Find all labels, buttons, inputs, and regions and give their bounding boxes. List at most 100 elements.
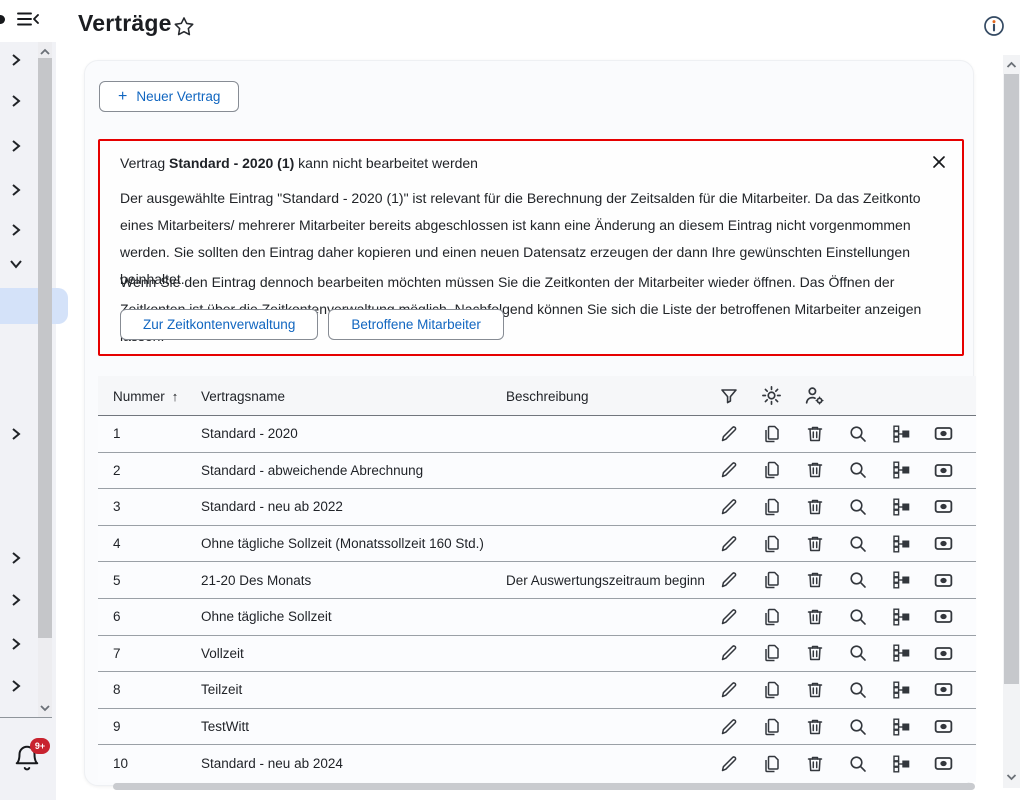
sidebar-item-6-expanded[interactable]: [8, 256, 26, 274]
payment-button[interactable]: [922, 672, 965, 708]
cell-nummer: 1: [113, 416, 121, 452]
sidebar-item-11[interactable]: [8, 678, 26, 696]
copy-button[interactable]: [750, 672, 793, 708]
payment-button[interactable]: [922, 562, 965, 598]
copy-button[interactable]: [750, 526, 793, 562]
row-actions: [707, 562, 965, 598]
sidebar-item-4[interactable]: [8, 182, 26, 200]
view-button[interactable]: [836, 489, 879, 525]
sidebar-item-8[interactable]: [8, 550, 26, 568]
edit-button[interactable]: [707, 709, 750, 745]
sidebar-item-10[interactable]: [8, 636, 26, 654]
table-row: 2 Standard - abweichende Abrechnung: [98, 453, 976, 490]
sidebar-scrollbar-thumb[interactable]: [38, 58, 52, 638]
edit-button[interactable]: [707, 562, 750, 598]
payment-button[interactable]: [922, 599, 965, 635]
hierarchy-icon: [891, 680, 911, 700]
favorite-star-icon[interactable]: [173, 16, 195, 38]
view-button[interactable]: [836, 599, 879, 635]
edit-button[interactable]: [707, 489, 750, 525]
sidebar-item-5[interactable]: [8, 222, 26, 240]
edit-button[interactable]: [707, 745, 750, 782]
hierarchy-button[interactable]: [879, 599, 922, 635]
view-button[interactable]: [836, 416, 879, 452]
horizontal-scrollbar-thumb[interactable]: [113, 783, 975, 790]
payment-button[interactable]: [922, 416, 965, 452]
hierarchy-button[interactable]: [879, 453, 922, 489]
payment-button[interactable]: [922, 526, 965, 562]
sidebar-item-3[interactable]: [8, 138, 26, 156]
hierarchy-button[interactable]: [879, 416, 922, 452]
column-header-nummer[interactable]: Nummer ↑: [113, 376, 178, 416]
hierarchy-button[interactable]: [879, 526, 922, 562]
copy-button[interactable]: [750, 453, 793, 489]
payment-button[interactable]: [922, 453, 965, 489]
copy-button[interactable]: [750, 599, 793, 635]
edit-button[interactable]: [707, 453, 750, 489]
delete-button[interactable]: [793, 709, 836, 745]
view-button[interactable]: [836, 453, 879, 489]
scroll-up-icon[interactable]: [38, 46, 52, 58]
sidebar-item-9[interactable]: [8, 592, 26, 610]
scroll-down-icon[interactable]: [1004, 771, 1018, 783]
user-settings-button[interactable]: [793, 376, 836, 415]
notifications-button[interactable]: 9+: [12, 742, 52, 782]
copy-button[interactable]: [750, 416, 793, 452]
copy-button[interactable]: [750, 709, 793, 745]
info-icon[interactable]: [982, 14, 1006, 38]
column-header-vertragsname[interactable]: Vertragsname: [201, 376, 285, 416]
delete-button[interactable]: [793, 636, 836, 672]
delete-button[interactable]: [793, 416, 836, 452]
page-scrollbar[interactable]: [1003, 55, 1020, 788]
copy-button[interactable]: [750, 636, 793, 672]
scroll-down-icon[interactable]: [38, 702, 52, 714]
copy-button[interactable]: [750, 745, 793, 782]
hierarchy-button[interactable]: [879, 489, 922, 525]
payment-button[interactable]: [922, 709, 965, 745]
new-contract-button[interactable]: + Neuer Vertrag: [99, 81, 239, 112]
delete-button[interactable]: [793, 489, 836, 525]
edit-button[interactable]: [707, 526, 750, 562]
edit-button[interactable]: [707, 416, 750, 452]
close-icon[interactable]: [928, 151, 950, 173]
delete-button[interactable]: [793, 745, 836, 782]
copy-button[interactable]: [750, 489, 793, 525]
page-scrollbar-thumb[interactable]: [1004, 74, 1019, 684]
sidebar-item-selected[interactable]: [0, 288, 68, 324]
edit-button[interactable]: [707, 672, 750, 708]
filter-button[interactable]: [707, 376, 750, 415]
sidebar-item-2[interactable]: [8, 93, 26, 111]
copy-button[interactable]: [750, 562, 793, 598]
table-settings-button[interactable]: [750, 376, 793, 415]
payment-button[interactable]: [922, 745, 965, 782]
hierarchy-button[interactable]: [879, 709, 922, 745]
delete-button[interactable]: [793, 562, 836, 598]
row-actions: [707, 672, 965, 708]
view-button[interactable]: [836, 672, 879, 708]
sidebar-item-1[interactable]: [8, 52, 26, 70]
column-header-beschreibung[interactable]: Beschreibung: [506, 376, 589, 416]
payment-button[interactable]: [922, 489, 965, 525]
hierarchy-button[interactable]: [879, 562, 922, 598]
sidebar-scrollbar[interactable]: [38, 42, 52, 718]
hierarchy-button[interactable]: [879, 672, 922, 708]
collapse-sidebar-button[interactable]: [16, 8, 42, 32]
view-button[interactable]: [836, 526, 879, 562]
scroll-up-icon[interactable]: [1004, 59, 1018, 71]
delete-button[interactable]: [793, 453, 836, 489]
edit-button[interactable]: [707, 636, 750, 672]
delete-button[interactable]: [793, 599, 836, 635]
view-button[interactable]: [836, 709, 879, 745]
delete-button[interactable]: [793, 672, 836, 708]
view-button[interactable]: [836, 562, 879, 598]
delete-button[interactable]: [793, 526, 836, 562]
hierarchy-button[interactable]: [879, 745, 922, 782]
zeitkontenverwaltung-button[interactable]: Zur Zeitkontenverwaltung: [120, 309, 318, 340]
hierarchy-button[interactable]: [879, 636, 922, 672]
betroffene-mitarbeiter-button[interactable]: Betroffene Mitarbeiter: [328, 309, 504, 340]
view-button[interactable]: [836, 636, 879, 672]
payment-button[interactable]: [922, 636, 965, 672]
view-button[interactable]: [836, 745, 879, 782]
sidebar-item-7[interactable]: [8, 426, 26, 444]
edit-button[interactable]: [707, 599, 750, 635]
